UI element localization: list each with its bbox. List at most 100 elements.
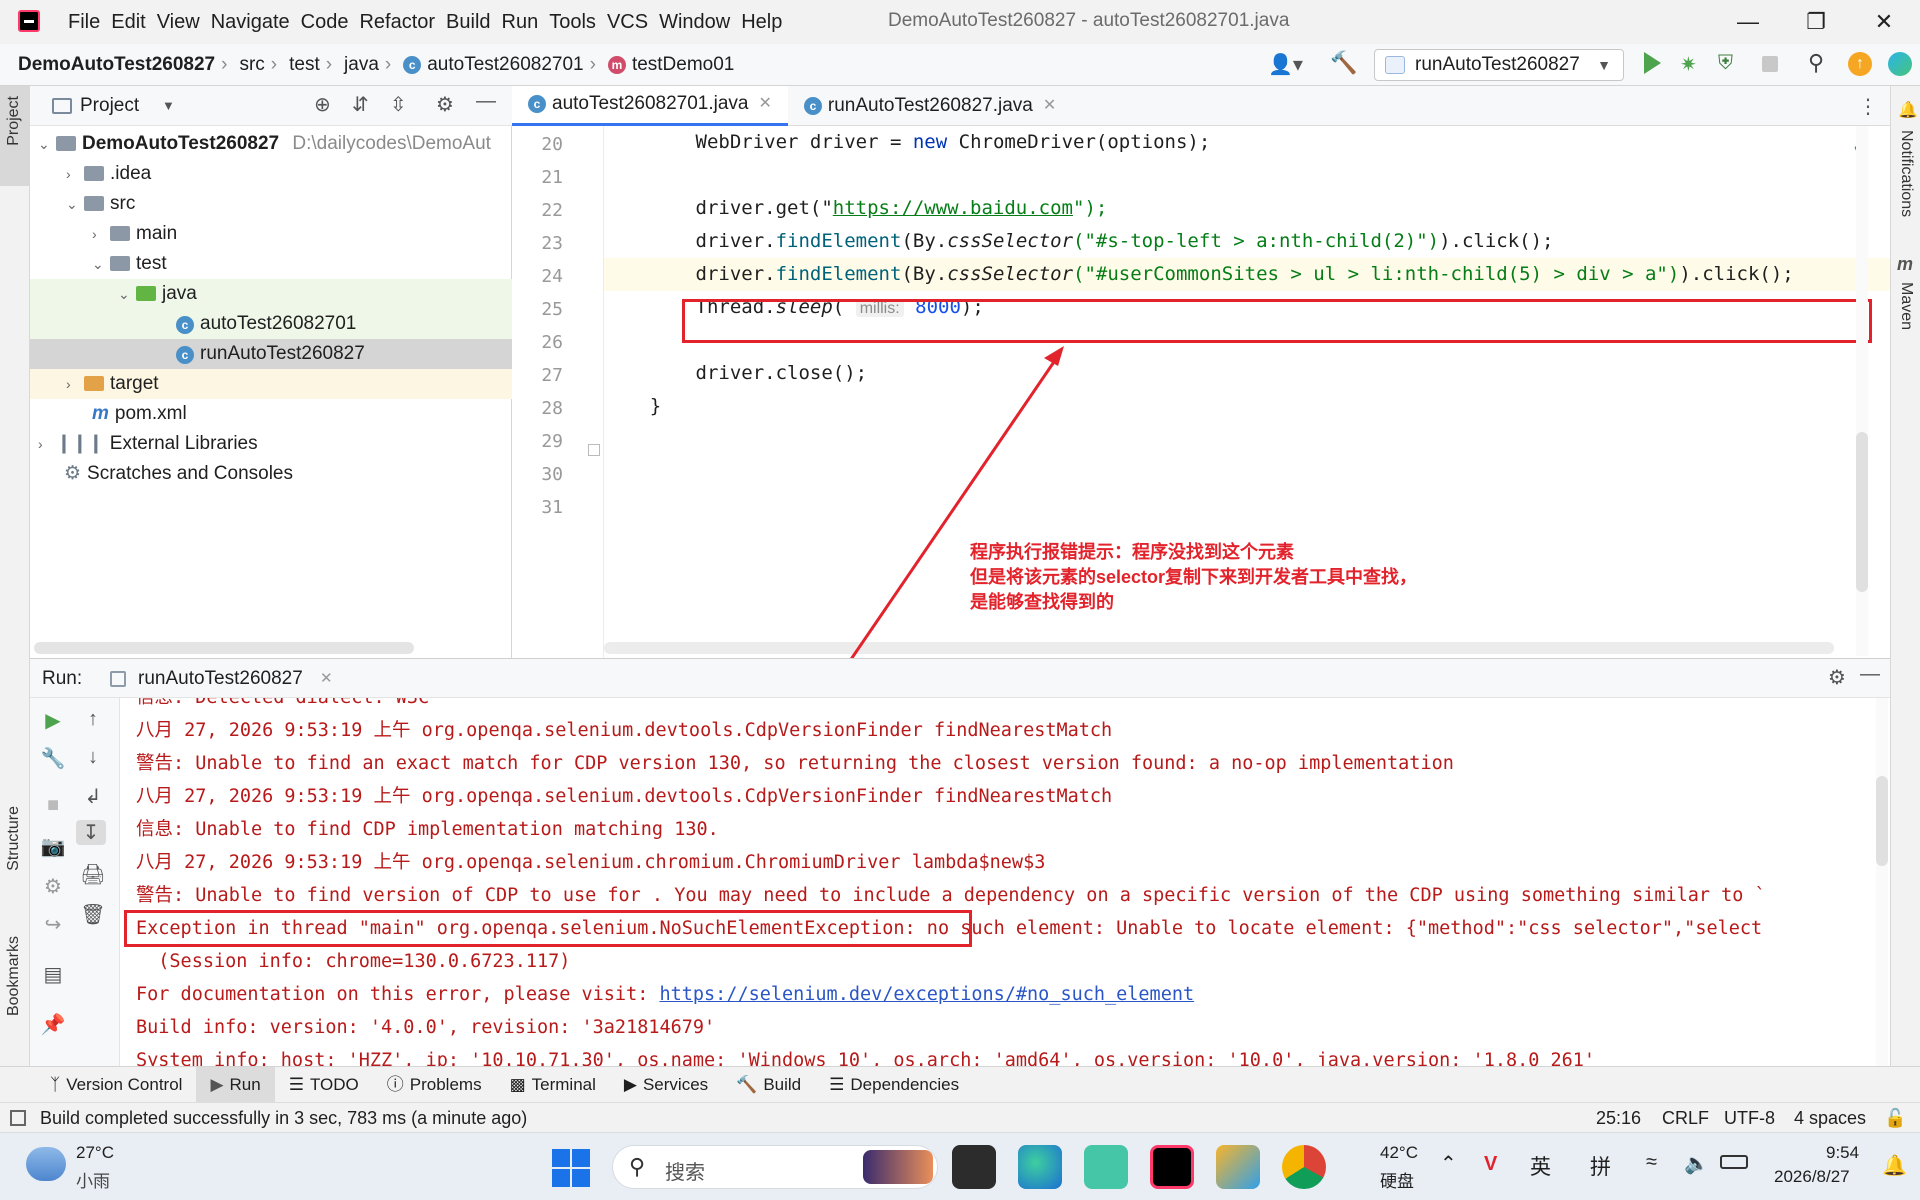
status-message: Build completed successfully in 3 sec, 7… — [40, 1108, 528, 1128]
search-icon: ⚲ — [629, 1154, 646, 1179]
cursor-position[interactable]: 25:16 — [1596, 1103, 1641, 1133]
pin-icon[interactable]: 📌 — [38, 1012, 68, 1037]
settings-icon[interactable]: ⚙ — [38, 874, 68, 899]
weather-desc: 小雨 — [76, 1172, 110, 1191]
tab-label: Version Control — [66, 1074, 183, 1094]
taskbar-search-box[interactable]: ⚲ 搜索 — [612, 1145, 938, 1189]
highlight-box-exception — [124, 910, 972, 947]
volume-icon[interactable]: 🔈 — [1684, 1151, 1709, 1176]
disk-label: 硬盘 — [1380, 1172, 1414, 1191]
services-icon: ▶ — [623, 1074, 637, 1094]
doc-text: For documentation on this error, please … — [136, 984, 660, 1005]
app-icon[interactable] — [1216, 1145, 1260, 1189]
console-output[interactable]: 信息: Detected dialect: W3C 八月 27, 2026 9:… — [120, 698, 1890, 1066]
weather-temp: 27°C — [76, 1143, 114, 1162]
tab-label: Run — [229, 1074, 261, 1094]
tab-run[interactable]: ▶ Run — [196, 1066, 275, 1103]
console-line-doc: For documentation on this error, please … — [136, 978, 1194, 1011]
stop-icon[interactable]: ■ — [38, 794, 68, 817]
tab-todo[interactable]: ☰ TODO — [275, 1067, 373, 1103]
search-highlight-icon — [863, 1150, 933, 1184]
console-scrollbar[interactable] — [1876, 698, 1888, 1066]
tab-services[interactable]: ▶ Services — [610, 1067, 722, 1103]
clock-time[interactable]: 9:54 — [1826, 1143, 1859, 1163]
close-tab-icon[interactable]: ✕ — [320, 669, 333, 687]
hide-panel-icon[interactable]: — — [1860, 663, 1880, 686]
indent-setting[interactable]: 4 spaces — [1794, 1103, 1866, 1133]
chevron-up-icon[interactable]: ⌃ — [1440, 1151, 1457, 1176]
battery-icon[interactable] — [1720, 1155, 1748, 1169]
tab-dependencies[interactable]: ☰ Dependencies — [815, 1067, 973, 1103]
console-line: 信息: Unable to find CDP implementation ma… — [136, 819, 719, 840]
console-line: 警告: Unable to find version of CDP to use… — [136, 885, 1766, 906]
disk-temp: 42°C — [1380, 1143, 1418, 1162]
status-icon[interactable] — [10, 1110, 26, 1126]
tab-label: Services — [642, 1074, 709, 1094]
export-icon[interactable]: ↪ — [38, 912, 68, 937]
console-line: 八月 27, 2026 9:53:19 上午 org.openqa.seleni… — [136, 852, 1046, 873]
console-line: System info: host: 'HZZ', ip: '10.10.71.… — [136, 1050, 1596, 1066]
list-icon: ☰ — [288, 1074, 304, 1094]
bit-app-icon[interactable] — [1084, 1145, 1128, 1189]
taskview-icon[interactable] — [952, 1145, 996, 1189]
camera-icon[interactable]: 📷 — [38, 834, 68, 859]
tab-label: Build — [763, 1074, 802, 1094]
wifi-icon[interactable]: ≈ — [1646, 1151, 1657, 1174]
weather-icon[interactable] — [26, 1147, 66, 1181]
layout-icon[interactable]: ▤ — [38, 962, 68, 987]
branch-icon: ᛉ — [50, 1074, 61, 1094]
run-icon: ▶ — [210, 1074, 224, 1094]
scroll-to-end-icon[interactable]: ↧ — [76, 820, 106, 845]
windows-taskbar: 27°C 小雨 ⚲ 搜索 42°C 硬盘 ⌃ V 英 拼 ≈ 🔈 9:54 20… — [0, 1132, 1920, 1200]
annotation-line: 但是将该元素的selector复制下来到开发者工具中查找， — [970, 567, 1418, 587]
console-line: 八月 27, 2026 9:53:19 上午 org.openqa.seleni… — [136, 786, 1113, 807]
annotation-note: 程序执行报错提示：程序没找到这个元素 但是将该元素的selector复制下来到开… — [970, 540, 1417, 615]
annotation-line: 程序执行报错提示：程序没找到这个元素 — [970, 542, 1294, 562]
antivirus-icon[interactable]: V — [1484, 1153, 1497, 1176]
info-icon: ⓘ — [386, 1074, 404, 1094]
edge-icon[interactable] — [1018, 1145, 1062, 1189]
lock-icon[interactable]: 🔓 — [1884, 1103, 1906, 1133]
trash-icon[interactable]: 🗑 — [78, 902, 108, 927]
run-toolbar: ▶ 🔧 ■ 📷 ⚙ ↪ ▤ 📌 ↑ ↓ ↲ ↧ 🖨 🗑 — [30, 698, 120, 1066]
notification-bell-icon[interactable]: 🔔 — [1882, 1153, 1907, 1178]
file-encoding[interactable]: UTF-8 — [1724, 1103, 1775, 1133]
soft-wrap-icon[interactable]: ↲ — [78, 784, 108, 809]
annotation-line: 是能够查找得到的 — [970, 592, 1114, 612]
run-tab[interactable]: runAutoTest260827 — [138, 659, 303, 699]
console-line: 八月 27, 2026 9:53:19 上午 org.openqa.seleni… — [136, 720, 1113, 741]
tab-terminal[interactable]: ▩ Terminal — [496, 1067, 610, 1103]
intellij-taskbar-icon[interactable] — [1150, 1145, 1194, 1189]
arrow-down-icon[interactable]: ↓ — [78, 746, 108, 769]
tab-problems[interactable]: ⓘ Problems — [373, 1067, 496, 1103]
windows-start-icon[interactable] — [552, 1149, 590, 1187]
tab-label: Terminal — [531, 1074, 596, 1094]
doc-link[interactable]: https://selenium.dev/exceptions/#no_such… — [659, 984, 1194, 1005]
rerun-icon[interactable]: ▶ — [38, 708, 68, 733]
layers-icon: ☰ — [829, 1074, 845, 1094]
tab-build[interactable]: 🔨 Build — [722, 1067, 815, 1103]
clock-date[interactable]: 2026/8/27 — [1774, 1167, 1850, 1187]
console-line: 警告: Unable to find an exact match for CD… — [136, 753, 1454, 774]
arrow-up-icon[interactable]: ↑ — [78, 708, 108, 731]
status-bar: Build completed successfully in 3 sec, 7… — [0, 1102, 1920, 1132]
console-line: (Session info: chrome=130.0.6723.117) — [136, 951, 571, 972]
exception-detail: : no such element: Unable to locate elem… — [904, 918, 1763, 939]
ime-language[interactable]: 英 — [1530, 1151, 1551, 1181]
search-placeholder: 搜索 — [665, 1162, 705, 1184]
chrome-icon[interactable] — [1282, 1145, 1326, 1189]
scrollbar-thumb[interactable] — [1876, 776, 1888, 866]
gear-icon[interactable]: ⚙ — [1828, 665, 1846, 690]
print-icon[interactable]: 🖨 — [78, 862, 108, 887]
ime-mode[interactable]: 拼 — [1590, 1151, 1611, 1181]
run-panel-header: Run: runAutoTest260827 ✕ ⚙ — — [30, 658, 1890, 698]
line-separator[interactable]: CRLF — [1662, 1103, 1709, 1133]
tab-label: Dependencies — [850, 1074, 960, 1094]
tab-version-control[interactable]: ᛉ Version Control — [36, 1067, 196, 1103]
tool-window-tabs: ᛉ Version Control ▶ Run ☰ TODO ⓘ Problems ▩ T… — [0, 1066, 1920, 1103]
run-panel-label: Run: — [42, 668, 83, 689]
terminal-icon: ▩ — [509, 1074, 526, 1094]
wrench-icon[interactable]: 🔧 — [38, 746, 68, 771]
hammer-icon: 🔨 — [736, 1074, 758, 1094]
console-line: Build info: version: '4.0.0', revision: … — [136, 1017, 716, 1038]
